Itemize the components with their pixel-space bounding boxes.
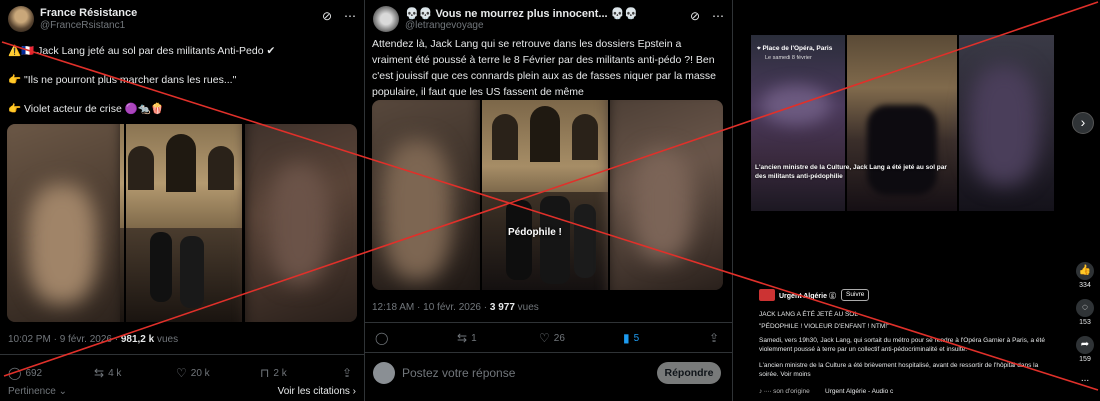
views-count: 3 977 bbox=[489, 302, 515, 313]
video-caption: Pédophile ! bbox=[508, 227, 562, 238]
tweet-line-1: ⚠️🇫🇷 Jack Lang jeté au sol par des milit… bbox=[8, 45, 276, 57]
verified-icon: ⓖ bbox=[828, 293, 836, 300]
repost-count: 4 k bbox=[108, 368, 122, 379]
divider bbox=[0, 354, 364, 355]
follow-button[interactable]: Suivre bbox=[841, 289, 870, 301]
time-text: 10:02 PM · 9 févr. 2026 · bbox=[8, 334, 121, 345]
grok-icon[interactable]: ⊘ bbox=[322, 9, 332, 23]
share-button[interactable]: ⇪ bbox=[342, 366, 356, 380]
video-date: Le samedi 8 février bbox=[765, 55, 812, 61]
reply-icon: ◯ bbox=[375, 331, 389, 345]
author-name[interactable]: France Résistance bbox=[40, 7, 137, 19]
reply-count: 692 bbox=[25, 368, 43, 379]
like-icon[interactable]: 👍 bbox=[1076, 262, 1094, 280]
share-icon: ⇪ bbox=[342, 366, 353, 380]
post-title-2: "PÉDOPHILE ! VIOLEUR D'ENFANT ! NTM!" bbox=[759, 323, 890, 330]
bookmark-button[interactable]: ⊓ 2 k bbox=[260, 366, 287, 380]
location-label: ⌖ Place de l'Opéra, Paris bbox=[757, 45, 832, 53]
bookmark-count: 5 bbox=[633, 333, 640, 344]
reply-button[interactable]: ◯ 692 bbox=[8, 366, 42, 380]
post-title-1: JACK LANG A ÉTÉ JETÉ AU SOL bbox=[759, 311, 858, 318]
like-button[interactable]: ♡ 20 k bbox=[176, 366, 210, 380]
tweet-header: France Résistance @FranceRsistanc1 ⊘ ⋯ bbox=[8, 6, 356, 34]
bookmark-icon: ⊓ bbox=[260, 366, 270, 380]
sound-label[interactable]: ♪ ∙∙∙∙ son d'origine bbox=[759, 387, 810, 396]
tweet-line-3: 👉 Violet acteur de crise 🟣🐀🍿 bbox=[8, 103, 164, 115]
avatar[interactable] bbox=[8, 6, 34, 32]
reply-input[interactable]: Postez votre réponse bbox=[402, 366, 515, 380]
comment-icon[interactable]: ◌ bbox=[1076, 299, 1094, 317]
tweet-line-2: 👉 "Ils ne pourront plus marcher dans les… bbox=[8, 74, 237, 86]
repost-icon: ⇆ bbox=[94, 366, 105, 380]
author-handle[interactable]: @FranceRsistanc1 bbox=[40, 20, 125, 31]
share-count: 159 bbox=[1079, 356, 1091, 363]
post-body-1: Samedi, vers 19h30, Jack Lang, qui sorta… bbox=[759, 337, 1045, 353]
channel-name-text: Urgent Algérie bbox=[779, 293, 827, 300]
tiktok-panel: ⌖ Place de l'Opéra, Paris Le samedi 8 fé… bbox=[732, 0, 1100, 401]
tweet-panel-france-resistance: France Résistance @FranceRsistanc1 ⊘ ⋯ ⚠️… bbox=[0, 0, 364, 401]
sound-author[interactable]: Urgent Algérie - Audio c bbox=[825, 387, 893, 396]
share-icon: ⇪ bbox=[709, 331, 720, 345]
views-label: vues bbox=[514, 302, 539, 313]
heart-icon: ♡ bbox=[176, 366, 187, 380]
like-button[interactable]: ♡ 26 bbox=[539, 331, 565, 345]
divider bbox=[365, 352, 732, 353]
next-arrow-button[interactable]: › bbox=[1072, 112, 1094, 134]
bookmark-button[interactable]: ▮ 5 bbox=[623, 331, 639, 345]
tweet-panel-letrangevoyage: 💀💀 Vous ne mourrez plus innocent... 💀💀 @… bbox=[364, 0, 732, 401]
repost-icon: ⇆ bbox=[457, 331, 468, 345]
tweet-timestamp[interactable]: 10:02 PM · 9 févr. 2026 · 981,2 k vues bbox=[8, 334, 178, 345]
views-count: 981,2 k bbox=[120, 334, 155, 345]
repost-button[interactable]: ⇆ 1 bbox=[457, 331, 477, 345]
reply-submit-button[interactable]: Répondre bbox=[657, 362, 721, 384]
bookmark-filled-icon: ▮ bbox=[623, 331, 630, 345]
tweet-timestamp[interactable]: 12:18 AM · 10 févr. 2026 · 3 977 vues bbox=[372, 302, 539, 313]
video-overlay-caption: L'ancien ministre de la Culture, Jack La… bbox=[755, 164, 947, 180]
author-handle[interactable]: @letrangevoyage bbox=[405, 20, 484, 31]
channel-name[interactable]: Urgent Algérie ⓖ bbox=[779, 291, 836, 301]
grok-icon[interactable]: ⊘ bbox=[690, 9, 700, 23]
post-body-2: L'ancien ministre de la Culture a été br… bbox=[759, 362, 1039, 378]
sort-dropdown[interactable]: Pertinence ⌄ bbox=[8, 386, 67, 397]
divider bbox=[365, 322, 732, 323]
repost-count: 1 bbox=[471, 333, 477, 344]
tweet-actions: ◯ 692 ⇆ 4 k ♡ 20 k ⊓ 2 k ⇪ bbox=[8, 366, 356, 382]
tweet-header: 💀💀 Vous ne mourrez plus innocent... 💀💀 @… bbox=[373, 6, 724, 34]
view-quotes-link[interactable]: Voir les citations › bbox=[278, 386, 356, 397]
bookmark-count: 2 k bbox=[273, 368, 287, 379]
more-icon[interactable]: ⋯ bbox=[712, 9, 724, 23]
tiktok-side-actions: 👍 334 ◌ 153 ➦ 159 ... bbox=[1074, 262, 1096, 384]
more-icon[interactable]: ... bbox=[1074, 373, 1096, 384]
author-name[interactable]: 💀💀 Vous ne mourrez plus innocent... 💀💀 bbox=[405, 7, 638, 20]
tweet-video[interactable] bbox=[7, 124, 357, 322]
comment-count: 153 bbox=[1079, 319, 1091, 326]
channel-avatar[interactable] bbox=[759, 289, 775, 301]
tweet-video[interactable]: Pédophile ! bbox=[372, 100, 723, 290]
current-user-avatar bbox=[373, 362, 395, 384]
tiktok-video[interactable]: ⌖ Place de l'Opéra, Paris Le samedi 8 fé… bbox=[751, 35, 1054, 211]
more-icon[interactable]: ⋯ bbox=[344, 9, 356, 23]
share-button[interactable]: ⇪ bbox=[709, 331, 723, 345]
heart-icon: ♡ bbox=[539, 331, 550, 345]
location-text: Place de l'Opéra, Paris bbox=[762, 45, 833, 52]
share-icon[interactable]: ➦ bbox=[1076, 336, 1094, 354]
tweet-actions: ◯ ⇆ 1 ♡ 26 ▮ 5 ⇪ bbox=[373, 331, 724, 347]
reply-button[interactable]: ◯ bbox=[375, 331, 392, 345]
like-count: 334 bbox=[1079, 282, 1091, 289]
like-count: 20 k bbox=[190, 368, 210, 379]
views-label: vues bbox=[154, 334, 179, 345]
avatar[interactable] bbox=[373, 6, 399, 32]
reply-icon: ◯ bbox=[8, 366, 22, 380]
time-text: 12:18 AM · 10 févr. 2026 · bbox=[372, 302, 490, 313]
tweet-text: Attendez là, Jack Lang qui se retrouve d… bbox=[372, 38, 717, 98]
repost-button[interactable]: ⇆ 4 k bbox=[94, 366, 121, 380]
like-count: 26 bbox=[553, 333, 565, 344]
